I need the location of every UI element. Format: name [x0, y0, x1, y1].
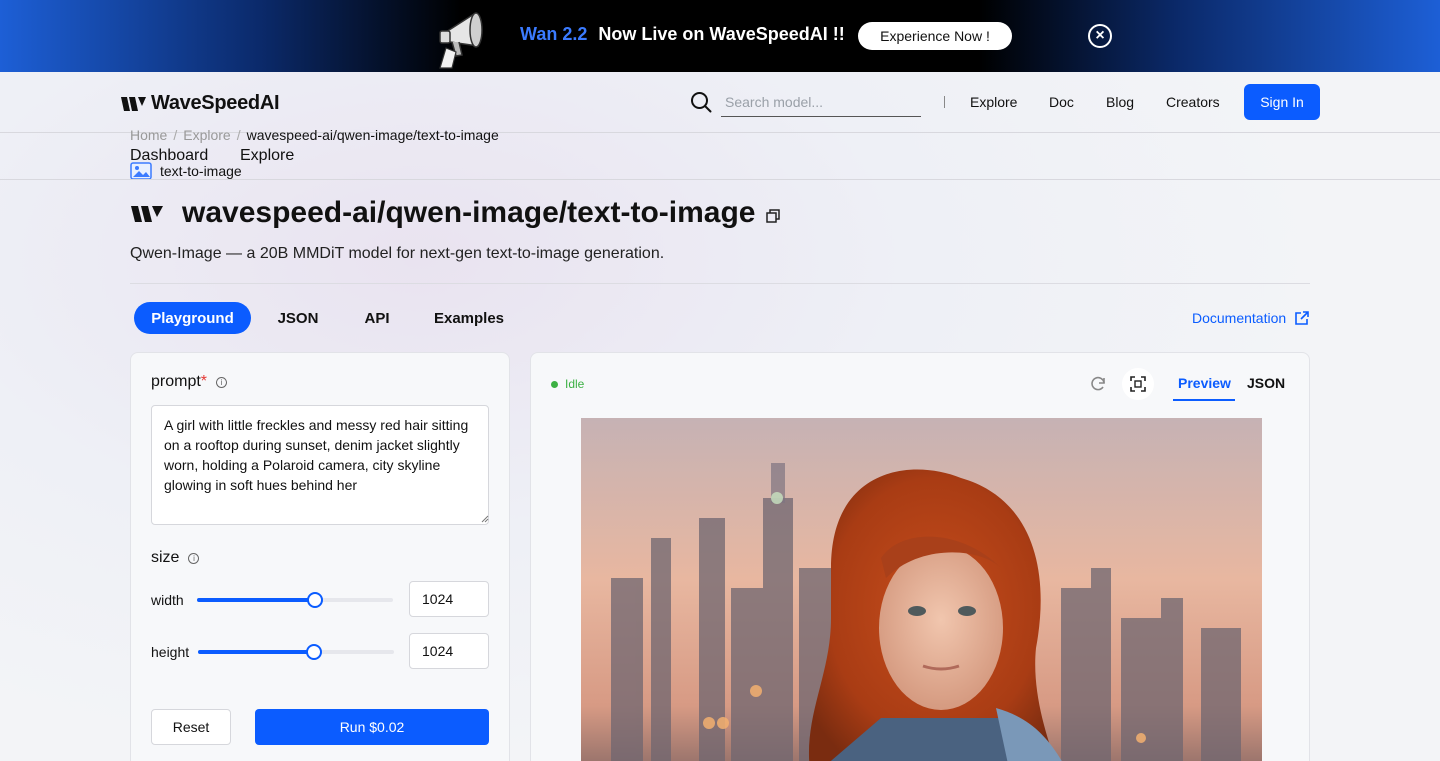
page-title: wavespeed-ai/qwen-image/text-to-image — [182, 196, 756, 229]
breadcrumb: Home / Explore / wavespeed-ai/qwen-image/tex… — [130, 127, 499, 143]
experience-now-button[interactable]: Experience Now ! — [858, 22, 1012, 50]
search-input[interactable] — [721, 88, 921, 117]
nav-divider — [944, 96, 945, 108]
height-slider-thumb[interactable] — [305, 644, 322, 660]
width-input[interactable] — [409, 581, 489, 617]
active-view-indicator — [1173, 399, 1235, 401]
brand-name: WaveSpeedAI — [151, 92, 280, 114]
height-label: height — [151, 644, 190, 660]
refresh-icon[interactable] — [1089, 375, 1107, 393]
nav-explore[interactable]: Explore — [970, 94, 1017, 110]
tab-json[interactable]: JSON — [266, 302, 330, 334]
run-button[interactable]: Run $0.02 — [255, 709, 489, 745]
info-icon[interactable]: i — [188, 552, 200, 564]
banner-main-text: Now Live on WaveSpeedAI !! — [598, 24, 845, 44]
documentation-label: Documentation — [1192, 310, 1287, 326]
subnav-explore[interactable]: Explore — [240, 147, 294, 165]
required-mark: * — [200, 373, 208, 390]
input-panel: prompt* i size i width height Reset Run … — [130, 352, 510, 761]
breadcrumb-explore[interactable]: Explore — [183, 127, 230, 143]
tab-playground[interactable]: Playground — [134, 302, 251, 334]
width-label: width — [151, 592, 184, 608]
model-category: text-to-image — [130, 162, 242, 180]
tab-api[interactable]: API — [350, 302, 404, 334]
reset-button[interactable]: Reset — [151, 709, 231, 745]
resize-handle-icon[interactable] — [481, 515, 489, 523]
model-logo-icon — [131, 206, 163, 222]
close-icon[interactable]: × — [1088, 24, 1112, 48]
subnav-divider — [0, 179, 1440, 180]
search-icon[interactable] — [690, 91, 712, 113]
nav-blog[interactable]: Blog — [1106, 94, 1134, 110]
promo-banner: Wan 2.2 Now Live on WaveSpeedAI !! Exper… — [0, 0, 1440, 72]
banner-accent-text: Wan 2.2 — [520, 24, 588, 44]
nav-doc[interactable]: Doc — [1049, 94, 1074, 110]
width-slider-thumb[interactable] — [306, 592, 323, 608]
model-description: Qwen-Image — a 20B MMDiT model for next-… — [130, 245, 665, 262]
width-slider-fill — [197, 598, 315, 602]
height-input[interactable] — [409, 633, 489, 669]
nav-creators[interactable]: Creators — [1166, 94, 1220, 110]
width-slider[interactable] — [197, 592, 393, 608]
documentation-link[interactable]: Documentation — [1192, 310, 1310, 326]
output-panel: Idle Preview JSON — [530, 352, 1310, 761]
size-label: size i — [151, 549, 200, 567]
megaphone-icon — [439, 12, 483, 69]
external-link-icon — [1295, 311, 1309, 325]
image-icon — [130, 162, 152, 180]
title-divider — [130, 283, 1310, 284]
generated-image — [581, 418, 1262, 761]
breadcrumb-home[interactable]: Home — [130, 127, 167, 143]
category-label: text-to-image — [160, 163, 242, 179]
prompt-label: prompt * i — [151, 373, 228, 391]
view-tab-preview[interactable]: Preview — [1178, 375, 1231, 391]
status-dot — [551, 380, 558, 388]
status-text: Idle — [565, 377, 585, 391]
fullscreen-icon — [1130, 376, 1146, 392]
status-badge: Idle — [551, 377, 584, 391]
brand-logo[interactable]: WaveSpeedAI — [121, 92, 280, 115]
sign-in-button[interactable]: Sign In — [1244, 84, 1320, 120]
wavespeed-logo-icon — [121, 96, 146, 111]
fullscreen-button[interactable] — [1122, 368, 1154, 400]
info-icon[interactable]: i — [216, 376, 228, 388]
height-slider-fill — [198, 650, 314, 654]
height-slider[interactable] — [198, 644, 394, 660]
copy-icon[interactable] — [765, 208, 781, 224]
banner-headline: Wan 2.2 Now Live on WaveSpeedAI !! — [520, 24, 845, 45]
tab-examples[interactable]: Examples — [424, 302, 514, 334]
prompt-input[interactable] — [151, 405, 489, 525]
view-tab-json[interactable]: JSON — [1247, 375, 1285, 391]
breadcrumb-current: wavespeed-ai/qwen-image/text-to-image — [246, 127, 499, 143]
